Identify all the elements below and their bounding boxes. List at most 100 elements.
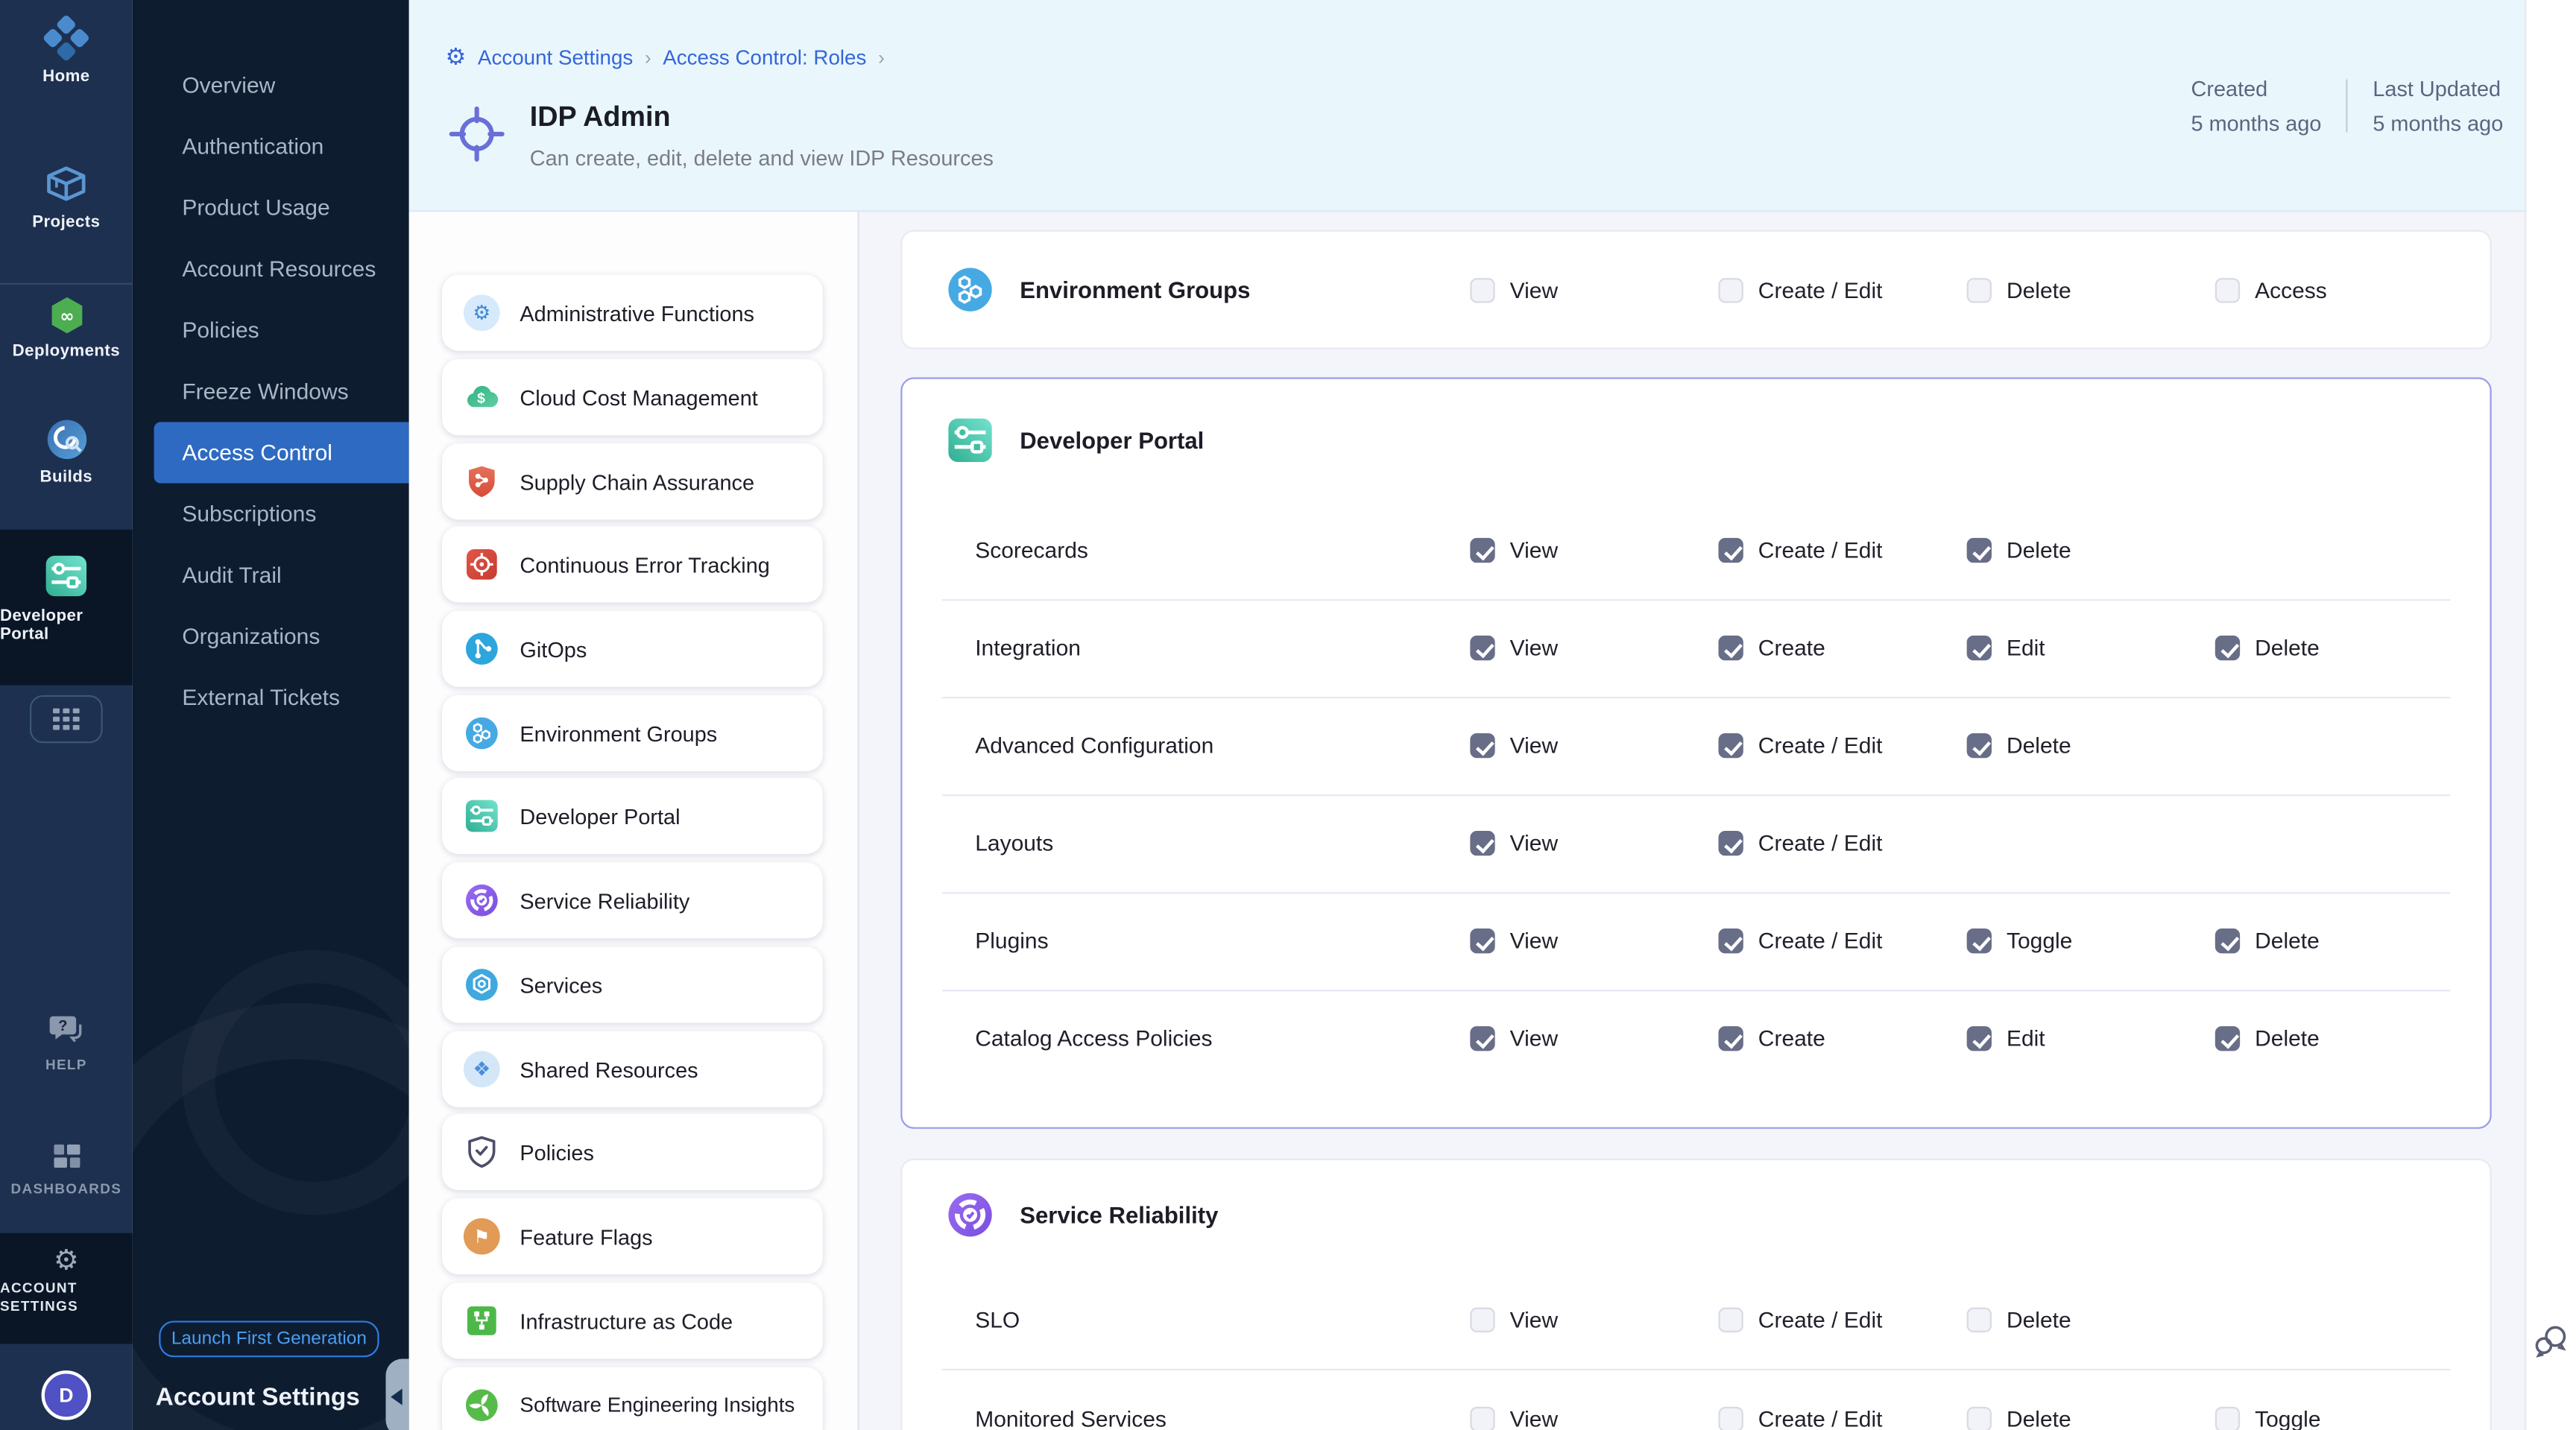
permission-view[interactable]: View — [1470, 636, 1718, 660]
resource-card-developer-portal[interactable]: Developer Portal — [442, 778, 823, 854]
sidebar-item-audit-trail[interactable]: Audit Trail — [133, 545, 409, 606]
rail-item-home[interactable]: Home — [0, 15, 133, 86]
sidebar-item-external-tickets[interactable]: External Tickets — [133, 667, 409, 728]
checkbox[interactable] — [1719, 928, 1743, 953]
checkbox[interactable] — [1719, 538, 1743, 563]
breadcrumb-access-control-roles[interactable]: Access Control: Roles — [663, 46, 866, 69]
permission-create-edit[interactable]: Create / Edit — [1719, 538, 1967, 563]
permission-view[interactable]: View — [1470, 733, 1718, 758]
sidebar-item-product-usage[interactable]: Product Usage — [133, 177, 409, 238]
checkbox[interactable] — [1967, 277, 1992, 302]
permission-create-edit[interactable]: Create / Edit — [1719, 831, 1967, 855]
resource-card-shared-resources[interactable]: ❖ Shared Resources — [442, 1031, 823, 1107]
checkbox[interactable] — [1470, 277, 1494, 302]
checkbox[interactable] — [1967, 538, 1992, 563]
permission-delete[interactable]: Delete — [1967, 538, 2215, 563]
sidebar-item-account-resources[interactable]: Account Resources — [133, 238, 409, 300]
rail-item-developer-portal-selected[interactable]: DeveloperPortal — [0, 530, 133, 686]
checkbox[interactable] — [1470, 538, 1494, 563]
checkbox[interactable] — [1719, 1406, 1743, 1430]
permission-create-edit[interactable]: Create / Edit — [1719, 733, 1967, 758]
sidebar-item-organizations[interactable]: Organizations — [133, 606, 409, 667]
checkbox[interactable] — [1967, 733, 1992, 758]
checkbox[interactable] — [2215, 1026, 2240, 1051]
resource-card-continuous-error-tracking[interactable]: Continuous Error Tracking — [442, 526, 823, 602]
sidebar-item-subscriptions[interactable]: Subscriptions — [133, 484, 409, 545]
sidebar-item-overview[interactable]: Overview — [133, 54, 409, 116]
checkbox[interactable] — [1719, 277, 1743, 302]
resource-card-administrative-functions[interactable]: ⚙ Administrative Functions — [442, 275, 823, 351]
permission-view[interactable]: View — [1470, 277, 1718, 302]
permission-view[interactable]: View — [1470, 538, 1718, 563]
checkbox[interactable] — [1967, 928, 1992, 953]
checkbox[interactable] — [1719, 1026, 1743, 1051]
rail-item-help[interactable]: ? HELP — [0, 1013, 133, 1072]
sidebar-item-access-control[interactable]: Access Control — [154, 422, 409, 483]
rail-item-account-settings-selected[interactable]: ⚙ ACCOUNTSETTINGS — [0, 1233, 133, 1344]
permission-view[interactable]: View — [1470, 1026, 1718, 1051]
resource-card-gitops[interactable]: GitOps — [442, 611, 823, 687]
resource-card-software-engineering-insights[interactable]: Software Engineering Insights — [442, 1367, 823, 1430]
support-chat-icon[interactable] — [2531, 1320, 2571, 1360]
checkbox[interactable] — [1719, 733, 1743, 758]
permission-delete[interactable]: Delete — [1967, 277, 2215, 302]
permission-create[interactable]: Create — [1719, 1026, 1967, 1051]
checkbox[interactable] — [1470, 831, 1494, 855]
checkbox[interactable] — [1719, 831, 1743, 855]
checkbox[interactable] — [1967, 636, 1992, 660]
permission-delete[interactable]: Delete — [1967, 1406, 2215, 1430]
permission-delete[interactable]: Delete — [1967, 1307, 2215, 1332]
checkbox[interactable] — [1719, 636, 1743, 660]
resource-card-cloud-cost-management[interactable]: $ Cloud Cost Management — [442, 359, 823, 435]
resource-card-policies[interactable]: Policies — [442, 1114, 823, 1190]
resource-card-services[interactable]: Services — [442, 946, 823, 1022]
permission-create[interactable]: Create — [1719, 636, 1967, 660]
sidebar-item-policies[interactable]: Policies — [133, 300, 409, 361]
checkbox[interactable] — [1967, 1406, 1992, 1430]
checkbox[interactable] — [1470, 636, 1494, 660]
permission-view[interactable]: View — [1470, 831, 1718, 855]
rail-item-projects[interactable]: Projects — [0, 160, 133, 232]
checkbox[interactable] — [2215, 928, 2240, 953]
module-picker-button[interactable] — [30, 695, 103, 743]
checkbox[interactable] — [1470, 1026, 1494, 1051]
checkbox[interactable] — [1470, 1307, 1494, 1332]
permission-toggle[interactable]: Toggle — [1967, 928, 2215, 953]
permission-edit[interactable]: Edit — [1967, 1026, 2215, 1051]
permission-create-edit[interactable]: Create / Edit — [1719, 1406, 1967, 1430]
permission-view[interactable]: View — [1470, 1406, 1718, 1430]
permission-view[interactable]: View — [1470, 1307, 1718, 1332]
permission-edit[interactable]: Edit — [1967, 636, 2215, 660]
user-avatar[interactable]: D — [42, 1370, 92, 1420]
resource-card-supply-chain-assurance[interactable]: Supply Chain Assurance — [442, 443, 823, 519]
sidebar-collapse-button[interactable] — [386, 1359, 409, 1430]
launch-first-generation-button[interactable]: Launch First Generation — [159, 1320, 379, 1357]
rail-item-builds[interactable]: Builds — [0, 417, 133, 487]
checkbox[interactable] — [1470, 733, 1494, 758]
checkbox[interactable] — [1967, 1307, 1992, 1332]
resource-card-environment-groups[interactable]: Environment Groups — [442, 695, 823, 771]
checkbox[interactable] — [2215, 1406, 2240, 1430]
checkbox[interactable] — [1719, 1307, 1743, 1332]
rail-item-deployments[interactable]: ∞ Deployments — [0, 294, 133, 361]
resource-card-feature-flags[interactable]: ⚑ Feature Flags — [442, 1198, 823, 1274]
checkbox[interactable] — [2215, 636, 2240, 660]
permission-delete[interactable]: Delete — [2215, 636, 2490, 660]
resource-card-infrastructure-as-code[interactable]: Infrastructure as Code — [442, 1282, 823, 1358]
checkbox[interactable] — [1470, 1406, 1494, 1430]
rail-item-dashboards[interactable]: DASHBOARDS — [0, 1139, 133, 1197]
permission-delete[interactable]: Delete — [2215, 928, 2490, 953]
permission-view[interactable]: View — [1470, 928, 1718, 953]
permission-toggle[interactable]: Toggle — [2215, 1406, 2490, 1430]
checkbox[interactable] — [1967, 1026, 1992, 1051]
checkbox[interactable] — [1470, 928, 1494, 953]
sidebar-item-freeze-windows[interactable]: Freeze Windows — [133, 361, 409, 422]
permission-create-edit[interactable]: Create / Edit — [1719, 928, 1967, 953]
permission-delete[interactable]: Delete — [2215, 1026, 2490, 1051]
checkbox[interactable] — [2215, 277, 2240, 302]
permission-delete[interactable]: Delete — [1967, 733, 2215, 758]
breadcrumb-account-settings[interactable]: Account Settings — [478, 46, 633, 69]
sidebar-item-authentication[interactable]: Authentication — [133, 116, 409, 177]
permission-create-edit[interactable]: Create / Edit — [1719, 277, 1967, 302]
permission-create-edit[interactable]: Create / Edit — [1719, 1307, 1967, 1332]
